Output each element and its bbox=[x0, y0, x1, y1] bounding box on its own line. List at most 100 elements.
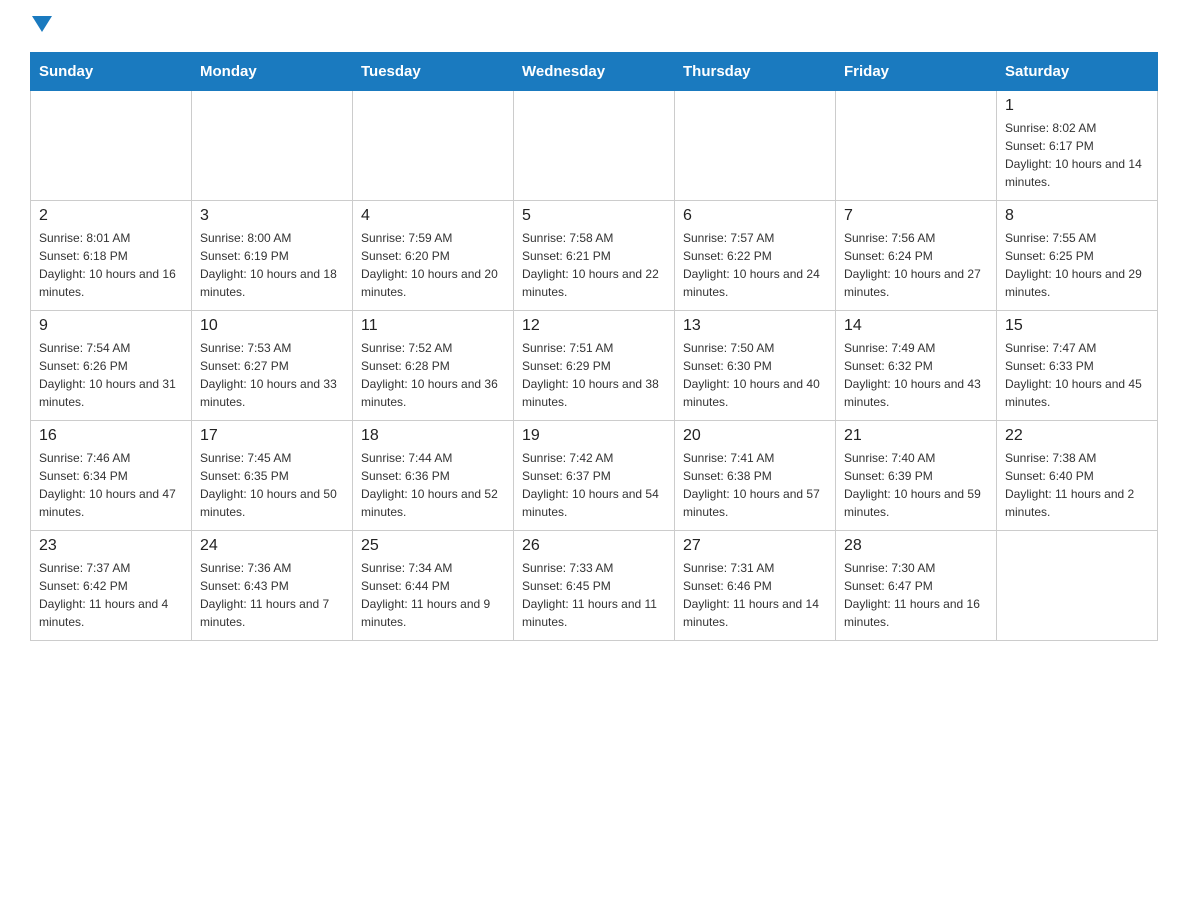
day-info: Sunrise: 7:52 AMSunset: 6:28 PMDaylight:… bbox=[361, 339, 505, 411]
calendar-cell: 13 Sunrise: 7:50 AMSunset: 6:30 PMDayligh… bbox=[675, 311, 836, 421]
day-info: Sunrise: 7:41 AMSunset: 6:38 PMDaylight:… bbox=[683, 449, 827, 521]
day-number: 14 bbox=[844, 317, 988, 335]
calendar-cell: 4 Sunrise: 7:59 AMSunset: 6:20 PMDaylight… bbox=[353, 201, 514, 311]
calendar-cell: 21 Sunrise: 7:40 AMSunset: 6:39 PMDayligh… bbox=[836, 421, 997, 531]
day-info: Sunrise: 7:30 AMSunset: 6:47 PMDaylight:… bbox=[844, 559, 988, 631]
logo bbox=[30, 20, 52, 32]
day-number: 1 bbox=[1005, 97, 1149, 115]
day-number: 10 bbox=[200, 317, 344, 335]
week-row-5: 23 Sunrise: 7:37 AMSunset: 6:42 PMDayligh… bbox=[31, 531, 1158, 641]
day-info: Sunrise: 8:02 AMSunset: 6:17 PMDaylight:… bbox=[1005, 119, 1149, 191]
calendar-cell: 6 Sunrise: 7:57 AMSunset: 6:22 PMDaylight… bbox=[675, 201, 836, 311]
calendar-cell: 15Sunrise: 7:47 AMSunset: 6:33 PMDayligh… bbox=[997, 311, 1158, 421]
calendar-cell: 3 Sunrise: 8:00 AMSunset: 6:19 PMDaylight… bbox=[192, 201, 353, 311]
calendar-cell: 5 Sunrise: 7:58 AMSunset: 6:21 PMDaylight… bbox=[514, 201, 675, 311]
calendar-cell bbox=[997, 531, 1158, 641]
calendar-cell: 1 Sunrise: 8:02 AMSunset: 6:17 PMDaylight… bbox=[997, 91, 1158, 201]
day-number: 24 bbox=[200, 537, 344, 555]
calendar-cell: 28 Sunrise: 7:30 AMSunset: 6:47 PMDayligh… bbox=[836, 531, 997, 641]
calendar-cell bbox=[836, 91, 997, 201]
day-number: 13 bbox=[683, 317, 827, 335]
calendar-cell: 19 Sunrise: 7:42 AMSunset: 6:37 PMDayligh… bbox=[514, 421, 675, 531]
day-info: Sunrise: 7:54 AMSunset: 6:26 PMDaylight:… bbox=[39, 339, 183, 411]
day-info: Sunrise: 7:51 AMSunset: 6:29 PMDaylight:… bbox=[522, 339, 666, 411]
day-number: 22 bbox=[1005, 427, 1149, 445]
calendar-cell: 7Sunrise: 7:56 AMSunset: 6:24 PMDaylight… bbox=[836, 201, 997, 311]
day-info: Sunrise: 7:53 AMSunset: 6:27 PMDaylight:… bbox=[200, 339, 344, 411]
day-info: Sunrise: 8:00 AMSunset: 6:19 PMDaylight:… bbox=[200, 229, 344, 301]
calendar-cell: 25 Sunrise: 7:34 AMSunset: 6:44 PMDayligh… bbox=[353, 531, 514, 641]
day-number: 2 bbox=[39, 207, 183, 225]
week-row-3: 9 Sunrise: 7:54 AMSunset: 6:26 PMDaylight… bbox=[31, 311, 1158, 421]
calendar-cell: 10 Sunrise: 7:53 AMSunset: 6:27 PMDayligh… bbox=[192, 311, 353, 421]
day-info: Sunrise: 7:55 AMSunset: 6:25 PMDaylight:… bbox=[1005, 229, 1149, 301]
calendar-table: SundayMondayTuesdayWednesdayThursdayFrid… bbox=[30, 52, 1158, 641]
logo-triangle-icon bbox=[32, 16, 52, 32]
day-number: 21 bbox=[844, 427, 988, 445]
calendar-cell: 17 Sunrise: 7:45 AMSunset: 6:35 PMDayligh… bbox=[192, 421, 353, 531]
day-number: 27 bbox=[683, 537, 827, 555]
day-info: Sunrise: 7:59 AMSunset: 6:20 PMDaylight:… bbox=[361, 229, 505, 301]
weekday-header-saturday: Saturday bbox=[997, 53, 1158, 91]
day-number: 7 bbox=[844, 207, 988, 225]
weekday-header-row: SundayMondayTuesdayWednesdayThursdayFrid… bbox=[31, 53, 1158, 91]
day-info: Sunrise: 7:58 AMSunset: 6:21 PMDaylight:… bbox=[522, 229, 666, 301]
day-info: Sunrise: 7:36 AMSunset: 6:43 PMDaylight:… bbox=[200, 559, 344, 631]
calendar-cell: 16Sunrise: 7:46 AMSunset: 6:34 PMDayligh… bbox=[31, 421, 192, 531]
day-number: 17 bbox=[200, 427, 344, 445]
day-info: Sunrise: 7:50 AMSunset: 6:30 PMDaylight:… bbox=[683, 339, 827, 411]
day-info: Sunrise: 7:47 AMSunset: 6:33 PMDaylight:… bbox=[1005, 339, 1149, 411]
page-header bbox=[30, 20, 1158, 32]
calendar-cell: 9 Sunrise: 7:54 AMSunset: 6:26 PMDaylight… bbox=[31, 311, 192, 421]
day-info: Sunrise: 7:33 AMSunset: 6:45 PMDaylight:… bbox=[522, 559, 666, 631]
day-info: Sunrise: 7:45 AMSunset: 6:35 PMDaylight:… bbox=[200, 449, 344, 521]
day-number: 9 bbox=[39, 317, 183, 335]
day-number: 3 bbox=[200, 207, 344, 225]
week-row-4: 16Sunrise: 7:46 AMSunset: 6:34 PMDayligh… bbox=[31, 421, 1158, 531]
weekday-header-monday: Monday bbox=[192, 53, 353, 91]
day-info: Sunrise: 8:01 AMSunset: 6:18 PMDaylight:… bbox=[39, 229, 183, 301]
day-number: 4 bbox=[361, 207, 505, 225]
calendar-cell bbox=[192, 91, 353, 201]
calendar-cell: 14Sunrise: 7:49 AMSunset: 6:32 PMDayligh… bbox=[836, 311, 997, 421]
day-number: 5 bbox=[522, 207, 666, 225]
calendar-cell: 26 Sunrise: 7:33 AMSunset: 6:45 PMDayligh… bbox=[514, 531, 675, 641]
calendar-cell: 8 Sunrise: 7:55 AMSunset: 6:25 PMDaylight… bbox=[997, 201, 1158, 311]
calendar-cell bbox=[514, 91, 675, 201]
day-number: 23 bbox=[39, 537, 183, 555]
day-number: 25 bbox=[361, 537, 505, 555]
calendar-cell: 12 Sunrise: 7:51 AMSunset: 6:29 PMDayligh… bbox=[514, 311, 675, 421]
day-info: Sunrise: 7:31 AMSunset: 6:46 PMDaylight:… bbox=[683, 559, 827, 631]
calendar-cell bbox=[31, 91, 192, 201]
weekday-header-sunday: Sunday bbox=[31, 53, 192, 91]
calendar-cell: 22Sunrise: 7:38 AMSunset: 6:40 PMDayligh… bbox=[997, 421, 1158, 531]
calendar-cell: 27 Sunrise: 7:31 AMSunset: 6:46 PMDayligh… bbox=[675, 531, 836, 641]
calendar-cell: 24 Sunrise: 7:36 AMSunset: 6:43 PMDayligh… bbox=[192, 531, 353, 641]
day-info: Sunrise: 7:42 AMSunset: 6:37 PMDaylight:… bbox=[522, 449, 666, 521]
weekday-header-wednesday: Wednesday bbox=[514, 53, 675, 91]
weekday-header-thursday: Thursday bbox=[675, 53, 836, 91]
week-row-2: 2 Sunrise: 8:01 AMSunset: 6:18 PMDaylight… bbox=[31, 201, 1158, 311]
calendar-cell: 2 Sunrise: 8:01 AMSunset: 6:18 PMDaylight… bbox=[31, 201, 192, 311]
day-info: Sunrise: 7:34 AMSunset: 6:44 PMDaylight:… bbox=[361, 559, 505, 631]
day-number: 20 bbox=[683, 427, 827, 445]
day-number: 18 bbox=[361, 427, 505, 445]
day-info: Sunrise: 7:46 AMSunset: 6:34 PMDaylight:… bbox=[39, 449, 183, 521]
day-info: Sunrise: 7:57 AMSunset: 6:22 PMDaylight:… bbox=[683, 229, 827, 301]
day-info: Sunrise: 7:40 AMSunset: 6:39 PMDaylight:… bbox=[844, 449, 988, 521]
calendar-cell: 18 Sunrise: 7:44 AMSunset: 6:36 PMDayligh… bbox=[353, 421, 514, 531]
day-number: 26 bbox=[522, 537, 666, 555]
day-number: 6 bbox=[683, 207, 827, 225]
weekday-header-friday: Friday bbox=[836, 53, 997, 91]
day-number: 28 bbox=[844, 537, 988, 555]
day-number: 19 bbox=[522, 427, 666, 445]
weekday-header-tuesday: Tuesday bbox=[353, 53, 514, 91]
calendar-cell: 23 Sunrise: 7:37 AMSunset: 6:42 PMDayligh… bbox=[31, 531, 192, 641]
calendar-cell: 20 Sunrise: 7:41 AMSunset: 6:38 PMDayligh… bbox=[675, 421, 836, 531]
day-info: Sunrise: 7:37 AMSunset: 6:42 PMDaylight:… bbox=[39, 559, 183, 631]
calendar-cell bbox=[353, 91, 514, 201]
day-number: 12 bbox=[522, 317, 666, 335]
day-number: 8 bbox=[1005, 207, 1149, 225]
day-number: 11 bbox=[361, 317, 505, 335]
day-info: Sunrise: 7:44 AMSunset: 6:36 PMDaylight:… bbox=[361, 449, 505, 521]
